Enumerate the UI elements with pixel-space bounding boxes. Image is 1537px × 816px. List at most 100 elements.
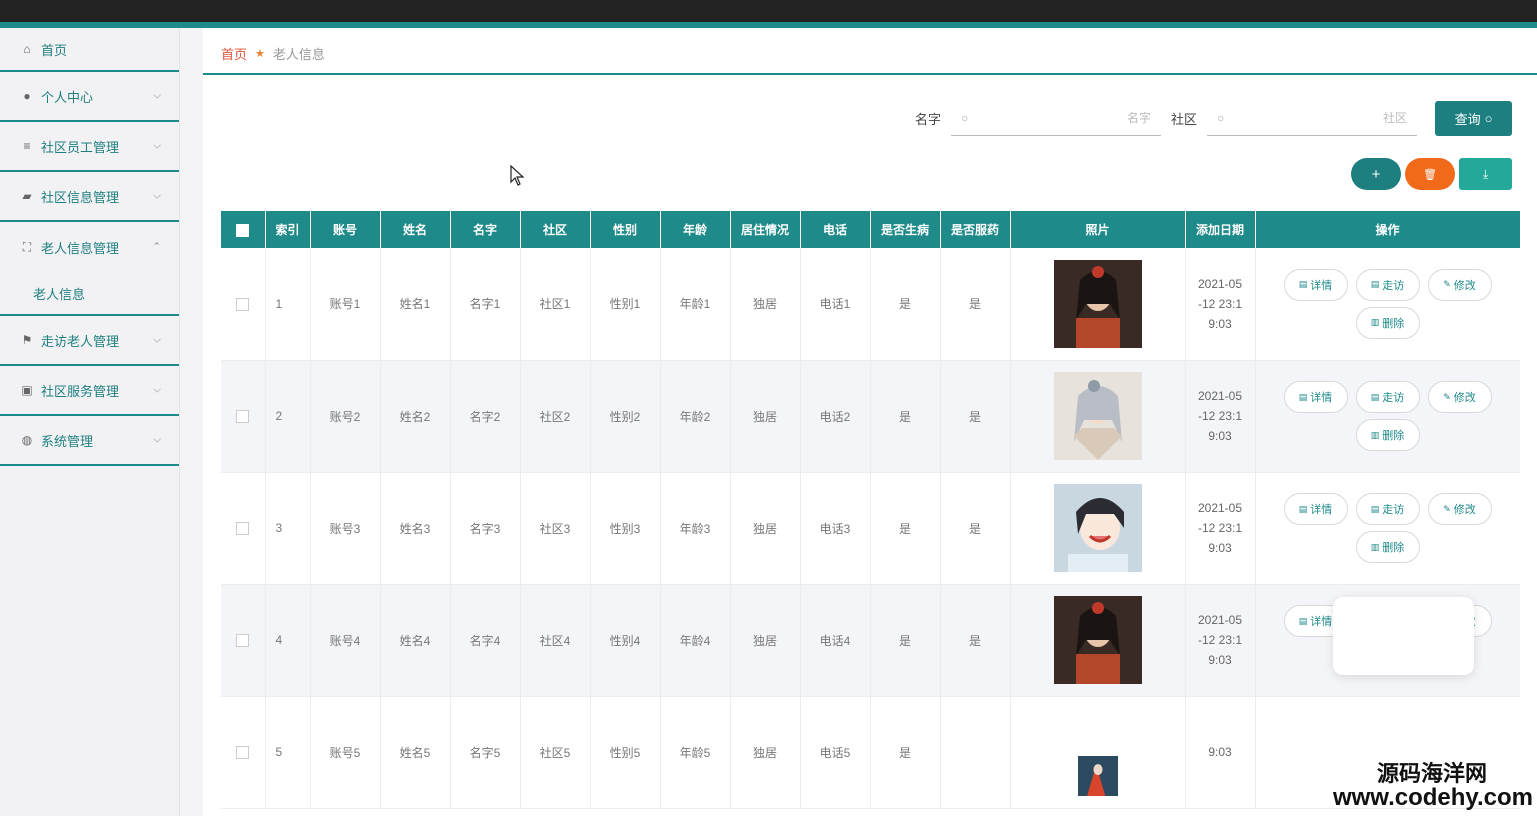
- column-header[interactable]: 社区: [520, 211, 591, 248]
- delete-button[interactable]: ▥删除: [1355, 419, 1420, 451]
- sidebar-item-system[interactable]: ◍ 系统管理 ⌵: [0, 416, 179, 466]
- photo-cell: [1010, 360, 1186, 473]
- column-header[interactable]: 账号: [310, 211, 381, 248]
- name-search-input[interactable]: [968, 111, 1151, 125]
- index-cell: 4: [265, 584, 311, 697]
- edit-button[interactable]: ✎修改: [1427, 268, 1492, 301]
- chevron-down-icon: ⌵: [153, 384, 161, 396]
- detail-button[interactable]: ▤ 详情: [1283, 381, 1348, 413]
- breadcrumb: 首页 ★ 老人信息: [221, 44, 325, 63]
- sidebar-item-visit[interactable]: ⚑ 走访老人管理 ⌵: [0, 316, 179, 366]
- edit-button[interactable]: ✎修改: [1427, 381, 1492, 413]
- column-header[interactable]: 添加日期: [1185, 211, 1256, 248]
- column-header[interactable]: 名字: [450, 211, 521, 248]
- date-line: 2021-05: [1197, 501, 1243, 515]
- floating-popup: [1333, 597, 1474, 675]
- community-search-input[interactable]: [1224, 111, 1407, 125]
- name-cell: 名字5: [450, 696, 521, 809]
- sick-cell: 是: [870, 360, 941, 473]
- row-select-cell[interactable]: [221, 248, 266, 361]
- main-panel: 首页 ★ 老人信息 名字 ○ 社区 ○ 查询 ○ + 🗑 ⤓: [203, 28, 1537, 816]
- detail-button[interactable]: ▤ 详情: [1283, 493, 1348, 525]
- visit-button[interactable]: ▤走访: [1355, 268, 1420, 301]
- table-row: 1 账号1 姓名1 名字1 社区1 性别1 年龄1 独居 电话1 是是 2021-05 -12 23:…: [221, 248, 1520, 361]
- elder-photo: [1053, 484, 1142, 572]
- chevron-down-icon: ⌵: [153, 140, 161, 152]
- sidebar-item-personal-center[interactable]: ● 个人中心 ⌵: [0, 72, 179, 122]
- sidebar-item-label: 老人信息管理: [41, 240, 120, 256]
- row-checkbox[interactable]: [236, 634, 250, 648]
- sidebar-item-community-info[interactable]: ▰ 社区信息管理 ⌵: [0, 172, 179, 222]
- edit-button[interactable]: ✎修改: [1427, 493, 1492, 525]
- sidebar-item-label: 个人中心: [41, 89, 94, 105]
- column-header[interactable]: 姓名: [380, 211, 451, 248]
- name-cell: 名字4: [450, 584, 521, 697]
- phone-cell: 电话3: [800, 472, 871, 585]
- detail-button[interactable]: ▤ 详情: [1283, 268, 1348, 301]
- query-button[interactable]: 查询 ○: [1435, 101, 1512, 136]
- batch-delete-button[interactable]: 🗑: [1405, 158, 1455, 190]
- column-header[interactable]: 是否生病: [870, 211, 941, 248]
- car-icon: ▰: [22, 189, 32, 203]
- column-header[interactable]: 年龄: [660, 211, 731, 248]
- table-header-row: 索引 账号 姓名 名字 社区 性别 年龄 居住情况 电话 是否生病 是否服药 照…: [221, 211, 1520, 248]
- date-line: 9:03: [1208, 541, 1232, 555]
- document-icon: ▤: [1370, 503, 1380, 514]
- export-button[interactable]: ⤓: [1459, 158, 1512, 190]
- row-select-cell[interactable]: [221, 360, 266, 473]
- index-cell: 1: [265, 248, 311, 361]
- sidebar-item-home[interactable]: ⌂ 首页: [0, 28, 179, 72]
- living-cell: 独居: [730, 696, 801, 809]
- date-cell: 2021-05 -12 23:1 9:03: [1185, 472, 1256, 585]
- add-button[interactable]: +: [1351, 158, 1401, 190]
- row-select-cell[interactable]: [221, 584, 266, 697]
- row-checkbox[interactable]: [236, 522, 250, 536]
- column-header: 照片: [1010, 211, 1186, 248]
- row-select-cell[interactable]: [221, 472, 266, 585]
- account-cell: 账号2: [310, 360, 381, 473]
- select-all-cell[interactable]: [221, 211, 266, 248]
- age-cell: 年龄2: [660, 360, 731, 473]
- sidebar-item-service[interactable]: ▣ 社区服务管理 ⌵: [0, 366, 179, 416]
- index-cell: 5: [265, 696, 311, 809]
- sidebar-item-staff[interactable]: ≡ 社区员工管理 ⌵: [0, 122, 179, 172]
- watermark: 源码海洋网 www.codehy.com: [1333, 762, 1533, 810]
- visit-label: 走访: [1382, 279, 1405, 292]
- column-header[interactable]: 是否服药: [940, 211, 1011, 248]
- row-checkbox[interactable]: [236, 410, 250, 424]
- sidebar-item-elder-info[interactable]: ⛶ 老人信息管理 ⌃: [0, 222, 179, 272]
- phone-cell: 电话4: [800, 584, 871, 697]
- phone-cell: 电话5: [800, 696, 871, 809]
- living-cell: 独居: [730, 360, 801, 473]
- column-header[interactable]: 居住情况: [730, 211, 801, 248]
- date-line: 9:03: [1208, 429, 1232, 443]
- sick-cell: 是: [870, 248, 941, 361]
- breadcrumb-current: 老人信息: [272, 47, 325, 62]
- delete-button[interactable]: ▥删除: [1355, 531, 1420, 563]
- sidebar-subitem-elder-info[interactable]: 老人信息: [0, 272, 179, 316]
- account-cell: 账号4: [310, 584, 381, 697]
- mic-icon: ◍: [21, 433, 33, 447]
- medicine-cell: 是: [940, 472, 1011, 585]
- search-bar: 名字 ○ 社区 ○ 查询 ○: [915, 101, 1512, 136]
- visit-button[interactable]: ▤走访: [1355, 493, 1420, 525]
- column-header[interactable]: 索引: [265, 211, 311, 248]
- elder-photo: [1053, 259, 1142, 348]
- delete-label: 删除: [1382, 430, 1405, 442]
- date-cell: 2021-05 -12 23:1 9:03: [1185, 584, 1256, 697]
- gender-cell: 性别3: [590, 472, 661, 585]
- index-cell: 3: [265, 472, 311, 585]
- community-cell: 社区1: [520, 248, 591, 361]
- name-cell: 名字2: [450, 360, 521, 473]
- chevron-up-icon: ⌃: [152, 241, 161, 253]
- row-checkbox[interactable]: [236, 297, 250, 311]
- delete-button[interactable]: ▥删除: [1355, 306, 1420, 339]
- row-select-cell[interactable]: [221, 696, 266, 809]
- column-header[interactable]: 电话: [800, 211, 871, 248]
- row-checkbox[interactable]: [236, 746, 250, 760]
- select-all-checkbox[interactable]: [236, 223, 250, 237]
- breadcrumb-home[interactable]: 首页: [221, 44, 247, 63]
- column-header[interactable]: 性别: [590, 211, 661, 248]
- visit-button[interactable]: ▤走访: [1355, 381, 1420, 413]
- table-row: 2 账号2 姓名2 名字2 社区2 性别2 年龄2 独居 电话2 是是 2021-05 -12 23:…: [221, 360, 1520, 473]
